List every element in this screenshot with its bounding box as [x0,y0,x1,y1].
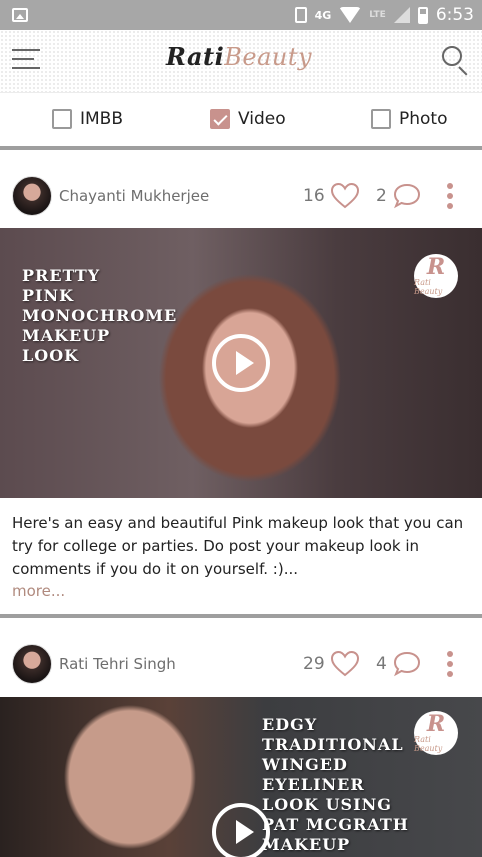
post-divider [0,614,482,618]
likes[interactable]: 29 [303,651,359,677]
more-link[interactable]: more... [12,582,65,600]
hamburger-menu-icon[interactable] [12,49,40,71]
heart-icon[interactable] [330,183,359,209]
badge-text: Rati Beauty [414,735,443,753]
more-options-icon[interactable] [446,651,454,677]
filter-label: Photo [399,109,448,129]
app-logo: RatiBeauty [166,42,312,71]
image-notification-icon [12,8,28,22]
section-divider [0,146,482,150]
post-video-thumbnail[interactable]: PRETTY PINK MONOCHROME MAKEUP LOOK R Rat… [0,228,482,498]
clock: 6:53 [435,5,474,25]
brand-badge: R Rati Beauty [414,711,458,755]
video-overlay-text: EDGY TRADITIONAL WINGED EYELINER LOOK US… [262,715,409,854]
network-type: 4G [314,8,332,22]
battery-icon [417,6,428,24]
filter-photo[interactable]: Photo [371,109,448,129]
signal-icon [393,7,410,23]
like-count: 16 [303,186,325,206]
post-header: Rati Tehri Singh 29 4 [0,624,482,704]
filter-bar: IMBB Video Photo [0,92,482,148]
imbb-checkbox[interactable] [52,109,72,129]
vibrate-icon [294,7,307,23]
play-icon[interactable] [212,334,270,392]
status-icons: 4G LTE 6:53 [294,4,474,26]
post-video-thumbnail[interactable]: EDGY TRADITIONAL WINGED EYELINER LOOK US… [0,697,482,857]
comment-icon[interactable] [393,183,421,209]
logo-part-2: Beauty [224,43,313,71]
play-icon[interactable] [212,803,270,857]
comments[interactable]: 4 [376,651,421,677]
search-icon[interactable] [442,46,470,76]
status-bar: 4G LTE 6:53 [0,0,482,30]
filter-label: Video [238,109,286,129]
avatar[interactable] [12,176,52,216]
lte-label: LTE [369,10,386,20]
badge-letter: R [426,711,446,737]
brand-badge: R Rati Beauty [414,254,458,298]
avatar[interactable] [12,644,52,684]
likes[interactable]: 16 [303,183,359,209]
filter-imbb[interactable]: IMBB [52,109,123,129]
video-checkbox[interactable] [210,109,230,129]
comment-count: 2 [376,186,387,206]
badge-text: Rati Beauty [414,278,443,296]
logo-part-1: Rati [166,42,225,71]
heart-icon[interactable] [330,651,359,677]
more-options-icon[interactable] [446,183,454,209]
video-overlay-text: PRETTY PINK MONOCHROME MAKEUP LOOK [22,266,178,365]
post-author[interactable]: Chayanti Mukherjee [59,187,209,205]
post-header: Chayanti Mukherjee 16 2 [0,156,482,236]
like-count: 29 [303,654,325,674]
comment-count: 4 [376,654,387,674]
filter-label: IMBB [80,109,124,129]
post-author[interactable]: Rati Tehri Singh [59,655,176,673]
photo-checkbox[interactable] [371,109,391,129]
app-header: RatiBeauty [0,30,482,92]
comment-icon[interactable] [393,651,421,677]
wifi-icon [339,7,362,23]
comments[interactable]: 2 [376,183,421,209]
badge-letter: R [426,254,446,280]
filter-video[interactable]: Video [210,109,286,129]
post-caption: Here's an easy and beautiful Pink makeup… [12,514,464,578]
